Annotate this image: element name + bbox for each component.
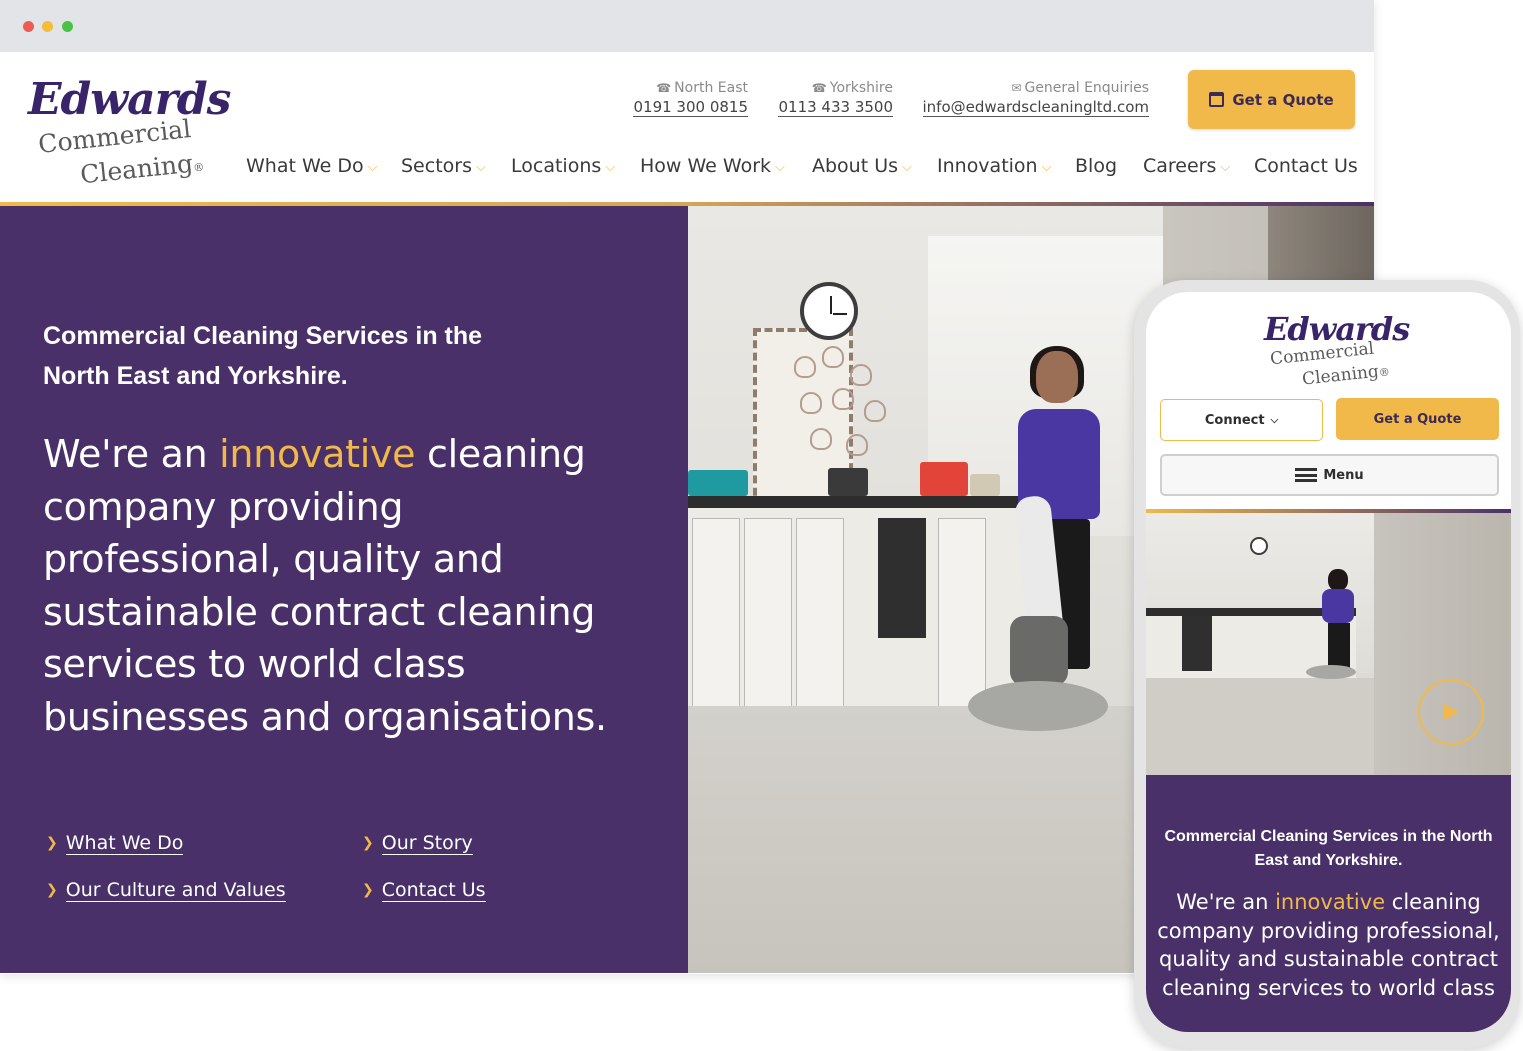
registered-mark: ® — [1378, 365, 1391, 380]
play-video-button[interactable] — [1418, 679, 1484, 745]
get-a-quote-button[interactable]: Get a Quote — [1188, 70, 1355, 129]
mobile-phone-mockup: Edwards Commercial Cleaning® Connect ⌵ G… — [1134, 280, 1520, 1048]
hero-statement: We're an innovative cleaning company pro… — [43, 428, 653, 743]
hero-panel: Commercial Cleaning Services in the Nort… — [0, 206, 688, 973]
contact-label: General Enquiries — [1024, 80, 1149, 96]
hero-link-label: Our Culture and Values — [65, 879, 286, 902]
mobile-hero-statement: We're an innovative cleaning company pro… — [1156, 888, 1501, 1002]
main-navigation: What We Do ⌵ Sectors ⌵ Locations ⌵ How We W… — [0, 155, 1374, 185]
close-window-dot[interactable] — [23, 21, 34, 32]
photo-countertop — [688, 496, 1028, 508]
hero-link-label: Contact Us — [381, 879, 486, 902]
logo-script-text: Edwards — [28, 74, 231, 125]
hero-highlight-word: innovative — [219, 432, 416, 476]
calendar-icon — [1209, 92, 1225, 107]
nav-label: Locations — [511, 155, 602, 177]
chevron-down-icon: ⌵ — [475, 160, 486, 175]
photo-oven — [878, 518, 926, 638]
hero-link-what-we-do[interactable]: ❯ What We Do — [46, 832, 184, 855]
chevron-down-icon: ⌵ — [1041, 160, 1052, 175]
chevron-down-icon: ⌵ — [1270, 414, 1279, 426]
connect-label: Connect — [1204, 412, 1265, 428]
chevron-right-icon: ❯ — [362, 882, 374, 898]
chevron-down-icon: ⌵ — [605, 160, 616, 175]
mobile-edwards-logo[interactable]: Edwards Commercial Cleaning® — [1264, 310, 1410, 392]
nav-item-how-we-work[interactable]: How We Work ⌵ — [640, 155, 785, 177]
chevron-down-icon: ⌵ — [367, 160, 378, 175]
hero-link-culture-values[interactable]: ❯ Our Culture and Values — [46, 879, 286, 902]
phone-icon: ☎ — [811, 81, 827, 95]
chevron-down-icon: ⌵ — [902, 160, 912, 175]
mobile-connect-button[interactable]: Connect ⌵ — [1160, 399, 1323, 441]
envelope-icon: ✉ — [1011, 81, 1022, 95]
nav-item-sectors[interactable]: Sectors ⌵ — [401, 155, 486, 177]
contact-yorkshire: ☎ Yorkshire 0113 433 3500 — [775, 80, 893, 117]
mobile-get-a-quote-button[interactable]: Get a Quote — [1336, 398, 1499, 440]
nav-label: What We Do — [246, 155, 364, 177]
get-a-quote-label: Get a Quote — [1232, 90, 1334, 109]
nav-label: How We Work — [640, 155, 772, 177]
nav-label: Contact Us — [1254, 155, 1358, 177]
hero-link-label: Our Story — [381, 832, 473, 855]
nav-item-innovation[interactable]: Innovation ⌵ — [937, 155, 1051, 177]
mobile-hero-video[interactable] — [1146, 513, 1511, 775]
contact-north-east: ☎ North East 0191 300 0815 — [630, 80, 748, 117]
nav-item-careers[interactable]: Careers ⌵ — [1143, 155, 1230, 177]
mobile-menu-button[interactable]: Menu — [1160, 454, 1499, 496]
mobile-hero-kicker: Commercial Cleaning Services in the Nort… — [1164, 828, 1493, 869]
mobile-hero-panel: Commercial Cleaning Services in the Nort… — [1146, 775, 1511, 1032]
browser-title-bar — [0, 0, 1374, 52]
photo-handprints — [788, 346, 898, 466]
hero-highlight-word: innovative — [1275, 890, 1386, 914]
phone-link-yorkshire[interactable]: 0113 433 3500 — [778, 99, 893, 117]
photo-scrubber-base — [968, 681, 1108, 731]
nav-label: Sectors — [401, 155, 472, 177]
nav-label: Blog — [1075, 155, 1117, 177]
contact-label: North East — [674, 80, 748, 96]
chevron-down-icon: ⌵ — [1220, 160, 1231, 175]
chevron-right-icon: ❯ — [362, 835, 374, 851]
contact-label: Yorkshire — [829, 80, 893, 96]
mobile-screen: Edwards Commercial Cleaning® Connect ⌵ G… — [1146, 292, 1511, 1032]
photo-cabinets — [688, 508, 1028, 718]
logo-cleaning-text: Cleaning — [1301, 361, 1380, 390]
maximize-window-dot[interactable] — [62, 21, 73, 32]
hero-link-our-story[interactable]: ❯ Our Story — [362, 832, 473, 855]
hero-links: ❯ What We Do ❯ Our Story ❯ Our Culture and … — [46, 826, 606, 946]
nav-item-about-us[interactable]: About Us ⌵ — [812, 155, 912, 177]
photo-counter-items — [688, 456, 1028, 496]
hero-link-label: What We Do — [65, 832, 184, 855]
chevron-right-icon: ❯ — [46, 882, 58, 898]
nav-item-blog[interactable]: Blog — [1075, 155, 1117, 177]
email-link[interactable]: info@edwardscleaningltd.com — [922, 99, 1149, 117]
hero-text-after: cleaning company providing professional,… — [43, 432, 607, 739]
nav-label: About Us — [812, 155, 899, 177]
photo-clock — [800, 282, 858, 340]
phone-link-north-east[interactable]: 0191 300 0815 — [633, 99, 748, 117]
site-header: Edwards Commercial Cleaning® ☎ North East… — [0, 52, 1374, 204]
nav-label: Innovation — [937, 155, 1038, 177]
hero-text-before: We're an — [43, 432, 220, 476]
hamburger-menu-icon — [1295, 468, 1318, 482]
play-icon — [1442, 702, 1460, 722]
nav-label: Careers — [1143, 155, 1217, 177]
photo-scrubber-body — [1010, 616, 1068, 686]
hero-link-contact-us[interactable]: ❯ Contact Us — [362, 879, 486, 902]
hero-kicker: Commercial Cleaning Services in the Nort… — [43, 322, 483, 390]
hero-text-before: We're an — [1176, 890, 1276, 914]
menu-label: Menu — [1323, 467, 1364, 483]
get-a-quote-label: Get a Quote — [1373, 411, 1462, 427]
nav-item-locations[interactable]: Locations ⌵ — [511, 155, 615, 177]
phone-icon: ☎ — [656, 81, 672, 95]
nav-item-what-we-do[interactable]: What We Do ⌵ — [246, 155, 377, 177]
chevron-right-icon: ❯ — [46, 835, 58, 851]
minimize-window-dot[interactable] — [42, 21, 53, 32]
contact-general-enquiries: ✉ General Enquiries info@edwardscleaningl… — [920, 80, 1149, 117]
chevron-down-icon: ⌵ — [775, 160, 785, 175]
nav-item-contact-us[interactable]: Contact Us — [1254, 155, 1358, 177]
